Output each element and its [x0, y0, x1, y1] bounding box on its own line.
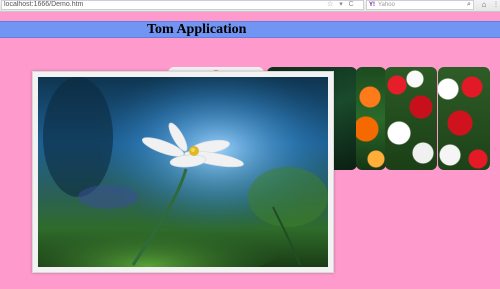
image-gallery	[0, 0, 500, 289]
gallery-thumb-orange-flowers[interactable]	[356, 67, 386, 170]
gallery-thumb-roses-2[interactable]	[438, 67, 490, 170]
white-flower-image	[38, 77, 328, 267]
featured-photo[interactable]	[32, 71, 334, 273]
gallery-thumb-roses-1[interactable]	[385, 67, 437, 170]
